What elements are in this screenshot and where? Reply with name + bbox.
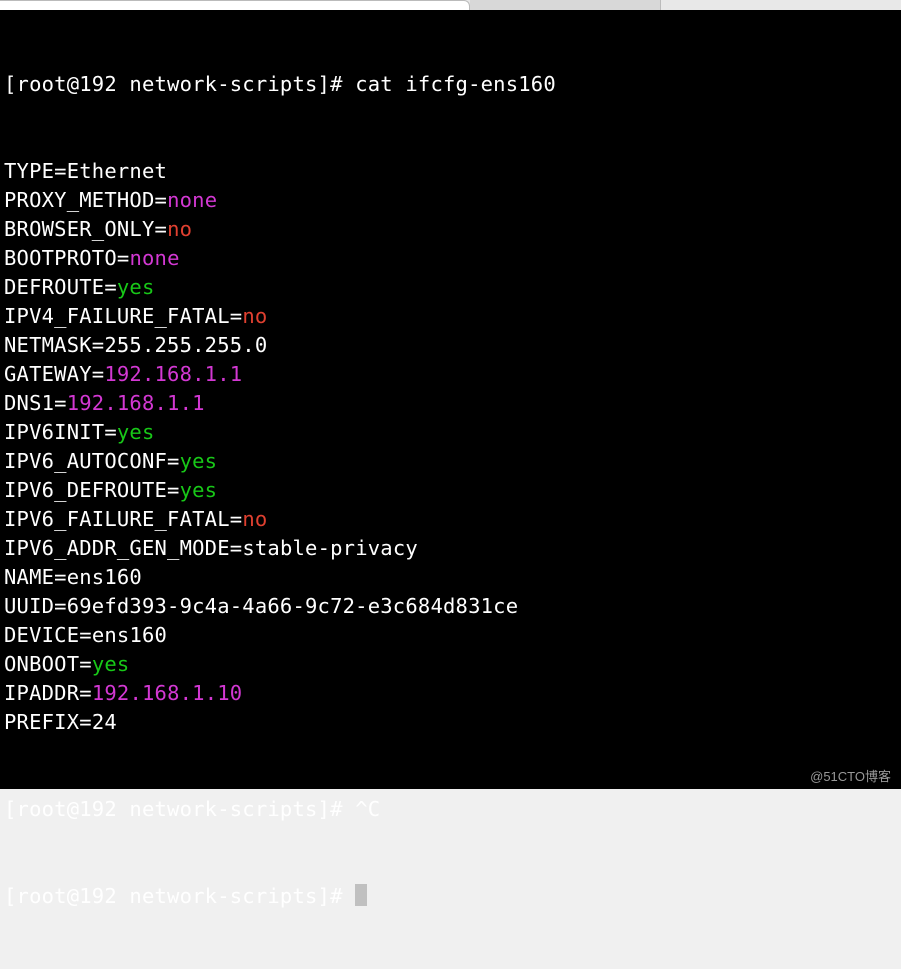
config-value: yes: [180, 449, 218, 473]
config-line: DEVICE=ens160: [4, 621, 897, 650]
config-value: yes: [117, 275, 155, 299]
config-line: IPV6_DEFROUTE=yes: [4, 476, 897, 505]
config-value: yes: [117, 420, 155, 444]
config-value: stable-privacy: [242, 536, 418, 560]
config-value: 192.168.1.10: [92, 681, 243, 705]
config-line: NETMASK=255.255.255.0: [4, 331, 897, 360]
config-value: ens160: [92, 623, 167, 647]
tab-inactive[interactable]: [470, 0, 661, 10]
equals-sign: =: [79, 623, 92, 647]
config-value: none: [167, 188, 217, 212]
terminal-area[interactable]: [root@192 network-scripts]# cat ifcfg-en…: [0, 10, 901, 789]
config-line: DEFROUTE=yes: [4, 273, 897, 302]
config-line: ONBOOT=yes: [4, 650, 897, 679]
config-line: TYPE=Ethernet: [4, 157, 897, 186]
config-value: 192.168.1.1: [67, 391, 205, 415]
cursor: [355, 884, 367, 906]
prompt-2: [root@192 network-scripts]#: [4, 797, 355, 821]
config-value: 255.255.255.0: [104, 333, 267, 357]
config-key: IPV6INIT: [4, 420, 104, 444]
config-key: IPV6_AUTOCONF: [4, 449, 167, 473]
equals-sign: =: [230, 507, 243, 531]
config-line: DNS1=192.168.1.1: [4, 389, 897, 418]
config-line: BOOTPROTO=none: [4, 244, 897, 273]
equals-sign: =: [155, 188, 168, 212]
tab-active[interactable]: [0, 0, 470, 10]
config-line: IPV6_FAILURE_FATAL=no: [4, 505, 897, 534]
config-key: IPV4_FAILURE_FATAL: [4, 304, 230, 328]
config-line: GATEWAY=192.168.1.1: [4, 360, 897, 389]
equals-sign: =: [167, 478, 180, 502]
config-key: DEVICE: [4, 623, 79, 647]
equals-sign: =: [104, 420, 117, 444]
equals-sign: =: [104, 275, 117, 299]
config-key: PREFIX: [4, 710, 79, 734]
config-value: 24: [92, 710, 117, 734]
config-key: NAME: [4, 565, 54, 589]
equals-sign: =: [79, 652, 92, 676]
config-key: BOOTPROTO: [4, 246, 117, 270]
config-line: IPADDR=192.168.1.10: [4, 679, 897, 708]
config-key: PROXY_METHOD: [4, 188, 155, 212]
config-value: ens160: [67, 565, 142, 589]
config-line: NAME=ens160: [4, 563, 897, 592]
config-value: no: [242, 304, 267, 328]
interrupt-sequence: ^C: [355, 797, 380, 821]
config-value: 192.168.1.1: [104, 362, 242, 386]
config-key: IPV6_FAILURE_FATAL: [4, 507, 230, 531]
equals-sign: =: [117, 246, 130, 270]
watermark: @51CTO博客: [810, 766, 891, 785]
config-value: yes: [92, 652, 130, 676]
config-key: DNS1: [4, 391, 54, 415]
config-value: Ethernet: [67, 159, 167, 183]
equals-sign: =: [54, 594, 67, 618]
equals-sign: =: [79, 710, 92, 734]
config-line: IPV6_AUTOCONF=yes: [4, 447, 897, 476]
config-value: no: [167, 217, 192, 241]
prompt-3: [root@192 network-scripts]#: [4, 884, 355, 908]
config-line: IPV4_FAILURE_FATAL=no: [4, 302, 897, 331]
equals-sign: =: [54, 159, 67, 183]
equals-sign: =: [155, 217, 168, 241]
config-line: PROXY_METHOD=none: [4, 186, 897, 215]
config-key: NETMASK: [4, 333, 92, 357]
config-line: UUID=69efd393-9c4a-4a66-9c72-e3c684d831c…: [4, 592, 897, 621]
command-1: cat ifcfg-ens160: [355, 72, 556, 96]
file-output: TYPE=EthernetPROXY_METHOD=noneBROWSER_ON…: [4, 157, 897, 737]
config-key: ONBOOT: [4, 652, 79, 676]
equals-sign: =: [92, 333, 105, 357]
config-value: 69efd393-9c4a-4a66-9c72-e3c684d831ce: [67, 594, 519, 618]
config-key: UUID: [4, 594, 54, 618]
equals-sign: =: [54, 391, 67, 415]
config-line: PREFIX=24: [4, 708, 897, 737]
equals-sign: =: [92, 362, 105, 386]
config-key: IPADDR: [4, 681, 79, 705]
config-key: GATEWAY: [4, 362, 92, 386]
equals-sign: =: [54, 565, 67, 589]
prompt-line-2: [root@192 network-scripts]# ^C: [4, 795, 897, 824]
config-key: IPV6_ADDR_GEN_MODE: [4, 536, 230, 560]
config-value: none: [129, 246, 179, 270]
config-line: IPV6_ADDR_GEN_MODE=stable-privacy: [4, 534, 897, 563]
config-key: IPV6_DEFROUTE: [4, 478, 167, 502]
equals-sign: =: [230, 536, 243, 560]
config-line: IPV6INIT=yes: [4, 418, 897, 447]
equals-sign: =: [167, 449, 180, 473]
config-key: DEFROUTE: [4, 275, 104, 299]
config-value: yes: [180, 478, 218, 502]
prompt-line-1: [root@192 network-scripts]# cat ifcfg-en…: [4, 70, 897, 99]
prompt-line-3: [root@192 network-scripts]#: [4, 882, 897, 911]
config-value: no: [242, 507, 267, 531]
config-key: TYPE: [4, 159, 54, 183]
config-line: BROWSER_ONLY=no: [4, 215, 897, 244]
equals-sign: =: [79, 681, 92, 705]
equals-sign: =: [230, 304, 243, 328]
prompt-1: [root@192 network-scripts]#: [4, 72, 355, 96]
config-key: BROWSER_ONLY: [4, 217, 155, 241]
terminal-window: [root@192 network-scripts]# cat ifcfg-en…: [0, 0, 901, 789]
